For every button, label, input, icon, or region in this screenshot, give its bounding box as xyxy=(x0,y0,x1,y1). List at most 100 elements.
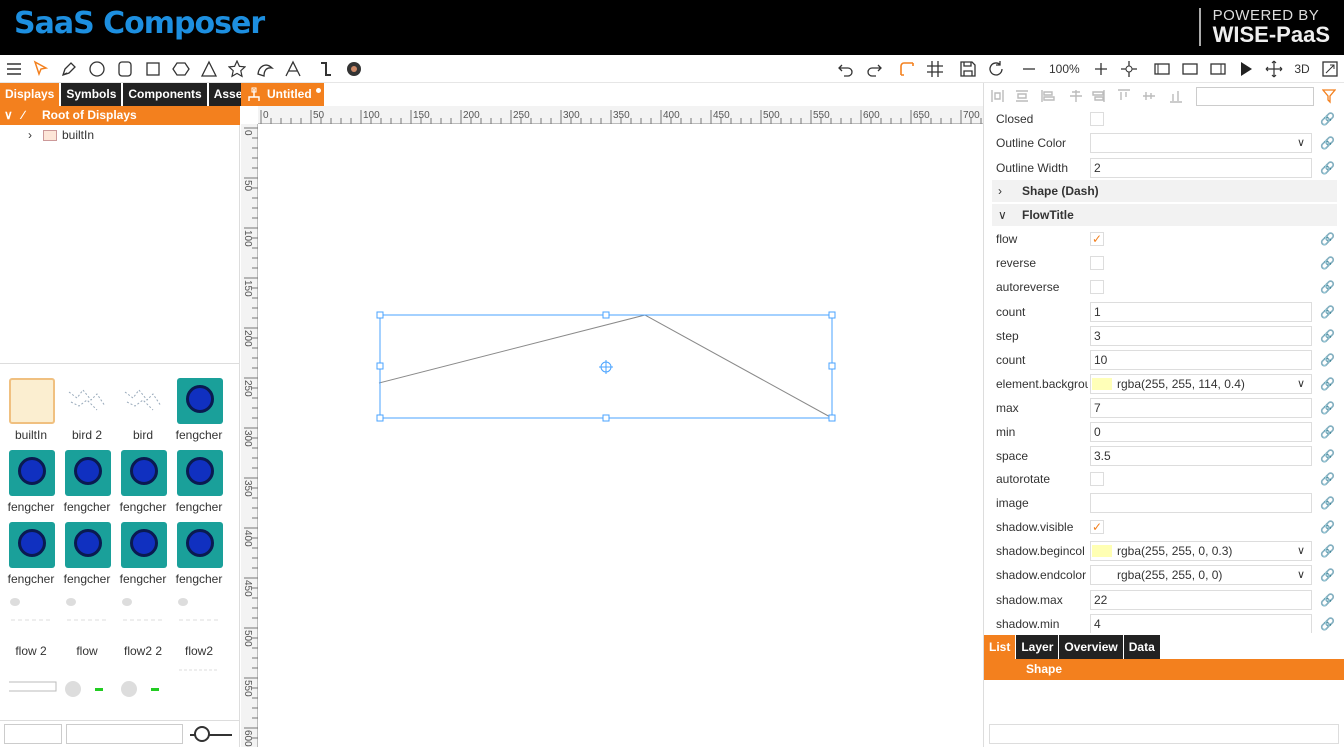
link-icon[interactable]: 🔗 xyxy=(1320,449,1335,463)
list-item-shape[interactable]: Shape xyxy=(984,659,1344,680)
background-color-select[interactable]: rgba(255, 255, 114, 0.4) ∨ xyxy=(1090,374,1312,394)
tab-symbols[interactable]: Symbols xyxy=(61,83,122,106)
link-icon[interactable]: 🔗 xyxy=(1320,401,1335,415)
tab-overview[interactable]: Overview xyxy=(1059,635,1123,659)
shadow-begincolor-select[interactable]: rgba(255, 255, 0, 0.3) ∨ xyxy=(1090,541,1312,561)
tab-displays[interactable]: Displays xyxy=(0,83,60,106)
symbol-item[interactable]: input xyxy=(3,658,59,718)
symbol-item[interactable]: flow 2 xyxy=(3,586,59,658)
zoom-out-icon[interactable] xyxy=(1017,57,1041,81)
document-tab[interactable]: Untitled xyxy=(241,83,324,106)
zoom-in-icon[interactable] xyxy=(1089,57,1113,81)
link-icon[interactable]: 🔗 xyxy=(1320,544,1335,558)
link-icon[interactable]: 🔗 xyxy=(1320,593,1335,607)
select-tool-icon[interactable] xyxy=(29,57,53,81)
rotation-center-icon[interactable] xyxy=(599,360,613,374)
shadow-max-input[interactable]: 22 xyxy=(1090,590,1312,610)
undo-icon[interactable] xyxy=(834,57,858,81)
section-flowtitle[interactable]: ∨ FlowTitle xyxy=(992,204,1337,226)
hexagon-tool-icon[interactable] xyxy=(169,57,193,81)
symbol-item[interactable]: fengcher xyxy=(171,442,227,514)
link-icon[interactable]: 🔗 xyxy=(1320,232,1335,246)
reverse-checkbox[interactable] xyxy=(1090,256,1104,270)
symbol-item[interactable]: flow xyxy=(59,586,115,658)
autoreverse-checkbox[interactable] xyxy=(1090,280,1104,294)
closed-checkbox[interactable] xyxy=(1090,112,1104,126)
flow-checkbox[interactable]: ✓ xyxy=(1090,232,1104,246)
tree-root[interactable]: ∨ ∕ Root of Displays xyxy=(0,106,240,125)
link-icon[interactable]: 🔗 xyxy=(1320,472,1335,486)
fit-width-icon[interactable] xyxy=(1150,57,1174,81)
record-icon[interactable] xyxy=(342,57,366,81)
pen-tool-icon[interactable] xyxy=(57,57,81,81)
count-input[interactable]: 10 xyxy=(1090,350,1312,370)
symbol-item[interactable]: fengcher xyxy=(59,514,115,586)
menu-icon[interactable] xyxy=(2,57,26,81)
list-footer-input[interactable] xyxy=(989,724,1339,744)
play-icon[interactable] xyxy=(1234,57,1258,81)
tab-list[interactable]: List xyxy=(984,635,1016,659)
search-input[interactable] xyxy=(66,724,183,744)
symbol-item[interactable]: line1 xyxy=(115,658,171,718)
center-icon[interactable] xyxy=(1117,57,1141,81)
tab-data[interactable]: Data xyxy=(1123,635,1160,659)
rect-tool-icon[interactable] xyxy=(141,57,165,81)
link-icon[interactable]: 🔗 xyxy=(1320,280,1335,294)
step-input[interactable]: 3 xyxy=(1090,326,1312,346)
grid-icon[interactable] xyxy=(923,57,947,81)
tab-layer[interactable]: Layer xyxy=(1016,635,1059,659)
tab-components[interactable]: Components xyxy=(123,83,207,106)
triangle-tool-icon[interactable] xyxy=(197,57,221,81)
mode-3d-button[interactable]: 3D xyxy=(1290,57,1314,81)
link-icon[interactable]: 🔗 xyxy=(1320,256,1335,270)
symbol-item[interactable]: bird xyxy=(115,370,171,442)
link-icon[interactable]: 🔗 xyxy=(1320,496,1335,510)
space-input[interactable]: 3.5 xyxy=(1090,446,1312,466)
min-input[interactable]: 0 xyxy=(1090,422,1312,442)
symbol-item[interactable]: line1 2 xyxy=(59,658,115,718)
outline-color-select[interactable]: ∨ xyxy=(1090,133,1312,153)
link-icon[interactable]: 🔗 xyxy=(1320,617,1335,631)
text-tool-icon[interactable] xyxy=(281,57,305,81)
link-icon[interactable]: 🔗 xyxy=(1320,520,1335,534)
link-icon[interactable]: 🔗 xyxy=(1320,329,1335,343)
symbol-item[interactable]: fengcher xyxy=(171,370,227,442)
filter-icon[interactable] xyxy=(1322,88,1336,104)
connector-tool-icon[interactable] xyxy=(314,57,338,81)
max-input[interactable]: 7 xyxy=(1090,398,1312,418)
rounded-rect-tool-icon[interactable] xyxy=(113,57,137,81)
filter-input[interactable] xyxy=(4,724,62,744)
circle-tool-icon[interactable] xyxy=(85,57,109,81)
shadow-min-input[interactable]: 4 xyxy=(1090,614,1312,633)
symbol-item[interactable]: flow2 2 xyxy=(115,586,171,658)
refresh-icon[interactable] xyxy=(984,57,1008,81)
arc-tool-icon[interactable] xyxy=(253,57,277,81)
symbol-item[interactable]: flow2 xyxy=(171,586,227,658)
autorotate-checkbox[interactable] xyxy=(1090,472,1104,486)
symbol-item[interactable]: fengcher xyxy=(171,514,227,586)
count-input[interactable]: 1 xyxy=(1090,302,1312,322)
star-tool-icon[interactable] xyxy=(225,57,249,81)
section-shape-dash[interactable]: › Shape (Dash) xyxy=(992,180,1337,202)
symbol-item[interactable]: fengcher xyxy=(115,514,171,586)
fit-page-icon[interactable] xyxy=(1178,57,1202,81)
symbol-item[interactable]: builtIn xyxy=(3,370,59,442)
link-icon[interactable]: 🔗 xyxy=(1320,425,1335,439)
symbol-item[interactable]: fengcher xyxy=(3,514,59,586)
canvas-area[interactable]: 0 50 100 150 200 250 300 350 400 450 500 550 600 650 7… xyxy=(241,106,983,747)
save-icon[interactable] xyxy=(956,57,980,81)
property-search-input[interactable] xyxy=(1196,87,1314,106)
move-icon[interactable] xyxy=(1262,57,1286,81)
fullscreen-icon[interactable] xyxy=(1318,57,1342,81)
link-icon[interactable]: 🔗 xyxy=(1320,136,1335,150)
tree-item-builtin[interactable]: › builtIn xyxy=(0,125,240,145)
symbol-item[interactable]: fengcher xyxy=(3,442,59,514)
outline-width-input[interactable]: 2 xyxy=(1090,158,1312,178)
symbol-item[interactable]: fengcher xyxy=(59,442,115,514)
link-icon[interactable]: 🔗 xyxy=(1320,305,1335,319)
link-icon[interactable]: 🔗 xyxy=(1320,568,1335,582)
link-icon[interactable]: 🔗 xyxy=(1320,353,1335,367)
symbol-item[interactable]: bird 2 xyxy=(59,370,115,442)
link-icon[interactable]: 🔗 xyxy=(1320,377,1335,391)
symbol-item[interactable]: map2 2 xyxy=(171,658,227,718)
